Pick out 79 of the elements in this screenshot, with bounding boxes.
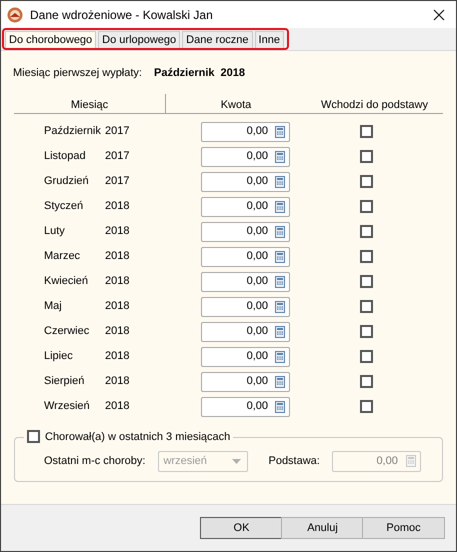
column-header: Kwota [220, 98, 252, 112]
amount-field[interactable]: 0,00 [201, 396, 290, 416]
month-text: Wrzesień [44, 399, 91, 414]
calculator-icon[interactable] [275, 176, 285, 188]
window-title: Dane wdrożeniowe - Kowalski Jan [30, 6, 213, 24]
calculator-icon[interactable] [275, 376, 285, 388]
value-text: 2018 [220, 66, 245, 81]
year-text: 2018 [105, 349, 130, 364]
value-text: Październik [154, 66, 215, 81]
amount-field[interactable]: 0,00 [201, 196, 290, 216]
month-text: Grudzień [44, 174, 90, 190]
checkbox[interactable] [360, 125, 373, 138]
year-text: 2018 [105, 399, 130, 414]
calculator-icon[interactable] [275, 250, 285, 262]
calculator-icon[interactable] [275, 200, 285, 212]
calculator-icon[interactable] [275, 126, 285, 138]
checkbox[interactable] [360, 200, 373, 213]
month-text: Listopad [44, 149, 87, 164]
month-text: Kwiecień [44, 274, 90, 290]
calculator-icon[interactable] [275, 150, 285, 162]
amount-field[interactable]: 0,00 [201, 346, 290, 366]
year-text: 2018 [105, 224, 130, 240]
checkbox[interactable] [360, 250, 373, 263]
amount-field[interactable]: 0,00 [201, 122, 290, 142]
amount-field[interactable]: 0,00 [201, 372, 290, 392]
checkbox[interactable] [360, 225, 373, 238]
calculator-icon[interactable] [275, 400, 285, 412]
year-text: 2017 [105, 174, 130, 190]
month-text: Marzec [44, 249, 82, 264]
column-header: Miesiąc [70, 98, 108, 112]
year-text: 2017 [105, 124, 130, 140]
tab[interactable]: Do urlopowego [98, 31, 180, 48]
amount-field[interactable]: 0,00 [201, 222, 290, 242]
dialog-button[interactable]: Anuluj [281, 517, 364, 539]
app-logo-icon [7, 6, 23, 22]
dialog-button[interactable]: OK [200, 517, 283, 539]
checkbox[interactable] [360, 350, 373, 363]
tab[interactable]: Do chorobowego [5, 31, 96, 48]
dialog-button[interactable]: Pomoc [362, 517, 445, 539]
checkbox[interactable] [360, 300, 373, 313]
month-text: Luty [44, 224, 66, 240]
year-text: 2018 [105, 274, 130, 290]
field-label: Miesiąc pierwszej wypłaty: [13, 66, 142, 81]
year-text: 2018 [105, 324, 130, 340]
month-text: Styczeń [44, 199, 84, 214]
month-text: Sierpień [44, 374, 86, 390]
year-text: 2018 [105, 249, 130, 264]
year-text: 2017 [105, 149, 130, 164]
calculator-icon[interactable] [275, 226, 285, 238]
year-text: 2018 [105, 199, 130, 214]
column-header: Wchodzi do podstawy [321, 98, 428, 112]
calculator-icon[interactable] [275, 276, 285, 288]
month-text: Maj [44, 299, 63, 314]
amount-field[interactable]: 0,00 [201, 296, 290, 316]
calculator-icon[interactable] [275, 300, 285, 312]
amount-field[interactable]: 0,00 [201, 172, 290, 192]
tab[interactable]: Inne [254, 31, 284, 48]
tab[interactable]: Dane roczne [182, 31, 253, 48]
checkbox[interactable] [360, 325, 373, 338]
checkbox[interactable] [360, 275, 373, 288]
amount-field[interactable]: 0,00 [201, 322, 290, 342]
field-label: Podstawa: [268, 454, 320, 469]
checkbox[interactable] [360, 175, 373, 188]
checkbox[interactable] [360, 375, 373, 388]
month-text: Czerwiec [44, 324, 90, 340]
calculator-icon[interactable] [275, 326, 285, 338]
checkbox[interactable] [360, 150, 373, 163]
field-label: Ostatni m-c choroby: [44, 454, 146, 469]
month-text: Październik [44, 124, 102, 140]
checkbox[interactable] [360, 400, 373, 413]
year-text: 2018 [105, 374, 130, 390]
amount-field[interactable]: 0,00 [201, 246, 290, 266]
amount-field[interactable]: 0,00 [201, 146, 290, 166]
amount-field[interactable]: 0,00 [201, 272, 290, 292]
year-text: 2018 [105, 299, 130, 314]
calculator-icon[interactable] [275, 350, 285, 362]
close-icon[interactable] [432, 8, 446, 22]
month-text: Lipiec [44, 349, 74, 364]
checkbox-label: Chorował(a) w ostatnich 3 miesiącach [45, 430, 230, 444]
